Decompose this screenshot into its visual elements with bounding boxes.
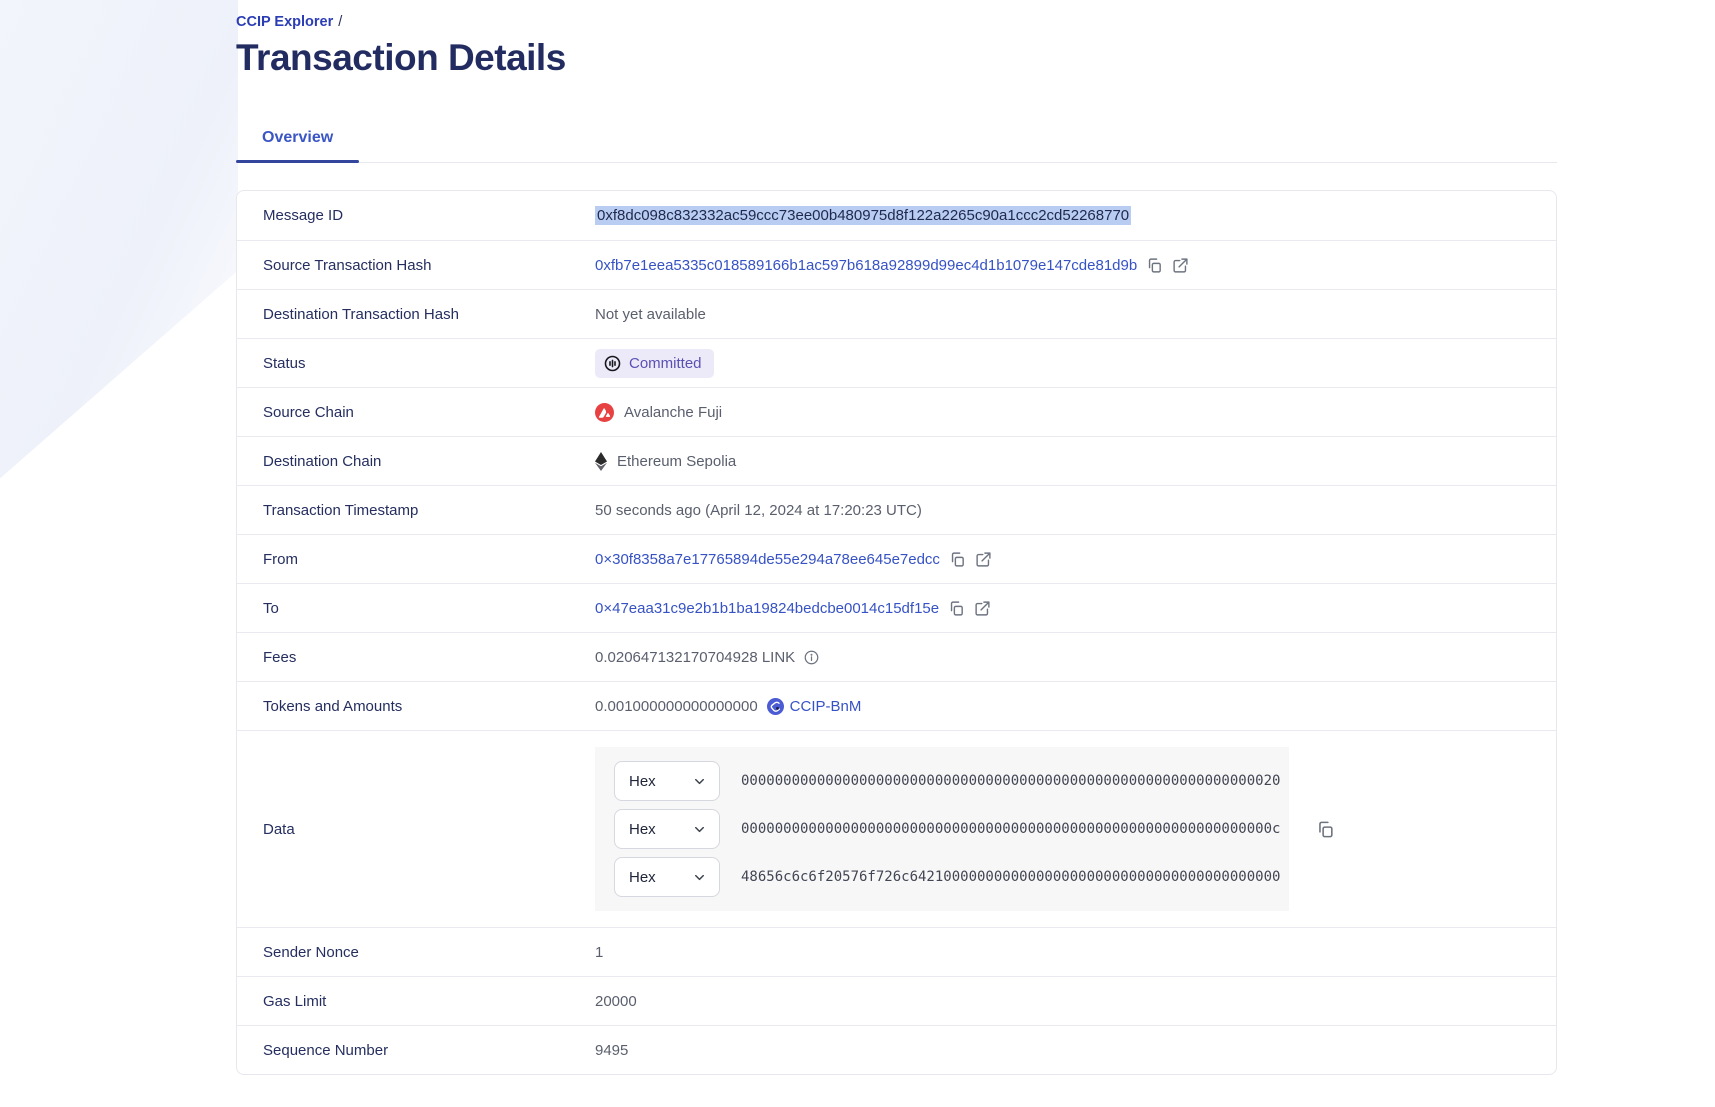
breadcrumb-ccip-explorer-link[interactable]: CCIP Explorer xyxy=(236,14,333,30)
background-gradient-decoration xyxy=(0,0,238,520)
transaction-timestamp-value: 50 seconds ago (April 12, 2024 at 17:20:… xyxy=(595,502,922,519)
table-row-destination-chain: Destination Chain Ethereum Sepolia xyxy=(237,436,1556,485)
external-link-icon[interactable] xyxy=(1172,257,1189,274)
destination-chain-label: Destination Chain xyxy=(237,453,595,470)
table-row-to: To 0×47eaa31c9e2b1b1ba19824bedcbe0014c15… xyxy=(237,583,1556,632)
hex-format-value: Hex xyxy=(629,869,656,886)
sequence-number-label: Sequence Number xyxy=(237,1042,595,1059)
table-row-data: Data Hex 0000000000000000000000000000000… xyxy=(237,730,1556,927)
to-address-link[interactable]: 0×47eaa31c9e2b1b1ba19824bedcbe0014c15df1… xyxy=(595,600,939,617)
destination-chain-value: Ethereum Sepolia xyxy=(595,452,736,471)
table-row-destination-transaction-hash: Destination Transaction Hash Not yet ava… xyxy=(237,289,1556,338)
tab-overview[interactable]: Overview xyxy=(236,116,359,162)
ccip-bnm-token-icon xyxy=(767,698,784,715)
info-icon[interactable] xyxy=(804,650,819,665)
message-id-label: Message ID xyxy=(237,207,595,224)
hex-format-select[interactable]: Hex xyxy=(614,857,720,897)
table-row-source-chain: Source Chain Avalanche Fuji xyxy=(237,387,1556,436)
sender-nonce-value: 1 xyxy=(595,944,603,961)
source-chain-label: Source Chain xyxy=(237,404,595,421)
copy-icon[interactable] xyxy=(949,551,966,568)
breadcrumb: CCIP Explorer / xyxy=(236,0,1557,30)
copy-icon[interactable] xyxy=(948,600,965,617)
data-label: Data xyxy=(237,821,595,838)
data-hex-value: 0000000000000000000000000000000000000000… xyxy=(741,773,1280,789)
source-transaction-hash-link[interactable]: 0xfb7e1eea5335c018589166b1ac597b618a9289… xyxy=(595,257,1137,274)
ethereum-logo-icon xyxy=(595,452,607,471)
from-address-link[interactable]: 0×30f8358a7e17765894de55e294a78ee645e7ed… xyxy=(595,551,940,568)
data-hex-value: 0000000000000000000000000000000000000000… xyxy=(741,821,1280,837)
message-id-value: 0xf8dc098c832332ac59ccc73ee00b480975d8f1… xyxy=(595,206,1131,225)
data-hex-box: Hex 000000000000000000000000000000000000… xyxy=(595,747,1289,911)
status-label: Status xyxy=(237,355,595,372)
from-label: From xyxy=(237,551,595,568)
to-label: To xyxy=(237,600,595,617)
chevron-down-icon xyxy=(692,870,707,885)
hex-format-select[interactable]: Hex xyxy=(614,809,720,849)
token-amount-value: 0.001000000000000000 xyxy=(595,698,758,715)
chevron-down-icon xyxy=(692,822,707,837)
external-link-icon[interactable] xyxy=(975,551,992,568)
table-row-message-id: Message ID 0xf8dc098c832332ac59ccc73ee00… xyxy=(237,191,1556,240)
status-badge: Committed xyxy=(595,349,714,378)
fees-value: 0.020647132170704928 LINK xyxy=(595,649,795,666)
sender-nonce-label: Sender Nonce xyxy=(237,944,595,961)
avalanche-logo-icon xyxy=(595,403,614,422)
tab-bar: Overview xyxy=(236,116,1557,163)
fees-label: Fees xyxy=(237,649,595,666)
transaction-details-page: CCIP Explorer / Transaction Details Overv… xyxy=(236,0,1557,1075)
source-chain-value: Avalanche Fuji xyxy=(595,403,722,422)
chevron-down-icon xyxy=(692,774,707,789)
tab-overview-label: Overview xyxy=(262,129,333,146)
ccip-bnm-token-link[interactable]: CCIP-BnM xyxy=(767,698,862,715)
tokens-and-amounts-label: Tokens and Amounts xyxy=(237,698,595,715)
status-badge-text: Committed xyxy=(629,355,702,372)
gas-limit-label: Gas Limit xyxy=(237,993,595,1010)
transaction-timestamp-label: Transaction Timestamp xyxy=(237,502,595,519)
table-row-source-transaction-hash: Source Transaction Hash 0xfb7e1eea5335c0… xyxy=(237,240,1556,289)
copy-icon[interactable] xyxy=(1146,257,1163,274)
table-row-transaction-timestamp: Transaction Timestamp 50 seconds ago (Ap… xyxy=(237,485,1556,534)
table-row-gas-limit: Gas Limit 20000 xyxy=(237,976,1556,1025)
gas-limit-value: 20000 xyxy=(595,993,637,1010)
table-row-fees: Fees 0.020647132170704928 LINK xyxy=(237,632,1556,681)
table-row-status: Status Committed xyxy=(237,338,1556,387)
table-row-sequence-number: Sequence Number 9495 xyxy=(237,1025,1556,1074)
hex-format-value: Hex xyxy=(629,773,656,790)
external-link-icon[interactable] xyxy=(974,600,991,617)
table-row-from: From 0×30f8358a7e17765894de55e294a78ee64… xyxy=(237,534,1556,583)
destination-transaction-hash-label: Destination Transaction Hash xyxy=(237,306,595,323)
page-title: Transaction Details xyxy=(236,37,1557,79)
table-row-tokens-and-amounts: Tokens and Amounts 0.001000000000000000 … xyxy=(237,681,1556,730)
details-panel: Message ID 0xf8dc098c832332ac59ccc73ee00… xyxy=(236,190,1557,1075)
data-hex-line: Hex 000000000000000000000000000000000000… xyxy=(614,809,1289,849)
hex-format-value: Hex xyxy=(629,821,656,838)
source-transaction-hash-label: Source Transaction Hash xyxy=(237,257,595,274)
data-hex-line: Hex 000000000000000000000000000000000000… xyxy=(614,761,1289,801)
source-chain-name: Avalanche Fuji xyxy=(624,404,722,421)
destination-transaction-hash-value: Not yet available xyxy=(595,306,706,323)
table-row-sender-nonce: Sender Nonce 1 xyxy=(237,927,1556,976)
sequence-number-value: 9495 xyxy=(595,1042,628,1059)
destination-chain-name: Ethereum Sepolia xyxy=(617,453,736,470)
data-hex-line: Hex 48656c6c6f20576f726c6421000000000000… xyxy=(614,857,1289,897)
breadcrumb-separator: / xyxy=(338,14,342,30)
ccip-bnm-token-label: CCIP-BnM xyxy=(790,698,862,715)
data-hex-value: 48656c6c6f20576f726c64210000000000000000… xyxy=(741,869,1280,885)
copy-icon[interactable] xyxy=(1316,820,1335,839)
committed-status-icon xyxy=(604,355,621,372)
hex-format-select[interactable]: Hex xyxy=(614,761,720,801)
